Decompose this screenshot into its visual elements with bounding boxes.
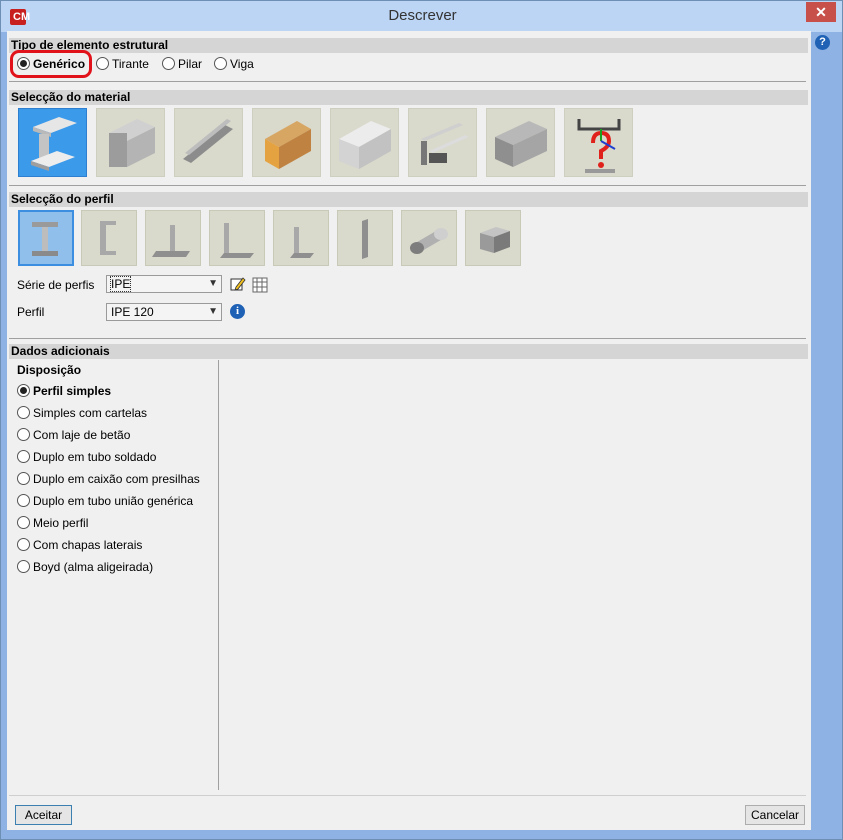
panel-divider [218, 360, 219, 790]
section-header-perfil: Selecção do perfil [9, 192, 808, 207]
round-bar-icon [410, 228, 448, 254]
radio-indicator [17, 494, 30, 507]
profile-t-section-tile[interactable] [145, 210, 201, 266]
accept-button[interactable]: Aceitar [15, 805, 72, 825]
perfil-value: IPE 120 [111, 305, 154, 319]
steel-cold-formed-icon [183, 119, 233, 163]
radio-indicator [17, 384, 30, 397]
radio-indicator [162, 57, 175, 70]
concrete-icon [495, 121, 547, 167]
material-generic-tile[interactable] [408, 108, 477, 177]
profile-flat-plate-tile[interactable] [337, 210, 393, 266]
radio-meio-perfil[interactable]: Meio perfil [17, 516, 88, 530]
section-header-dados: Dados adicionais [9, 344, 808, 359]
channel-section-icon [100, 221, 116, 255]
window-title: Descrever [388, 7, 457, 24]
radio-simples-cartelas[interactable]: Simples com cartelas [17, 406, 147, 420]
radio-pilar[interactable]: Pilar [162, 57, 202, 71]
table-grid-icon[interactable] [252, 277, 268, 293]
square-bar-icon [480, 227, 510, 253]
radio-perfil-simples[interactable]: Perfil simples [17, 384, 111, 398]
material-aluminium-tile[interactable] [330, 108, 399, 177]
title-bar: CM Descrever ✕ [1, 1, 842, 32]
radio-boyd[interactable]: Boyd (alma aligeirada) [17, 560, 153, 574]
material-steel-cold-formed-tile[interactable] [174, 108, 243, 177]
timber-icon [265, 121, 311, 169]
equal-angle-icon [220, 223, 254, 258]
divider [9, 185, 806, 186]
radio-indicator [17, 450, 30, 463]
close-button[interactable]: ✕ [806, 2, 836, 22]
radio-indicator [17, 560, 30, 573]
radio-duplo-tubo-generica[interactable]: Duplo em tubo união genérica [17, 494, 193, 508]
radio-indicator [17, 516, 30, 529]
profile-unequal-angle-tile[interactable] [273, 210, 329, 266]
section-header-tipo: Tipo de elemento estrutural [9, 38, 808, 53]
divider [9, 795, 806, 796]
profile-i-section-tile[interactable] [18, 210, 74, 266]
radio-duplo-tubo-soldado[interactable]: Duplo em tubo soldado [17, 450, 156, 464]
serie-label: Série de perfis [17, 278, 95, 292]
material-steel-rolled-tile[interactable] [18, 108, 87, 177]
radio-indicator [96, 57, 109, 70]
edit-pencil-icon[interactable] [230, 276, 246, 292]
material-user-section-tile[interactable] [564, 108, 633, 177]
radio-indicator [17, 472, 30, 485]
divider [9, 338, 806, 339]
radio-viga[interactable]: Viga [214, 57, 254, 71]
radio-chapas-laterais[interactable]: Com chapas laterais [17, 538, 142, 552]
profile-square-bar-tile[interactable] [465, 210, 521, 266]
help-icon[interactable]: ? [815, 35, 830, 50]
material-steel-welded-tile[interactable] [96, 108, 165, 177]
steel-welded-icon [109, 119, 155, 167]
user-defined-section-icon [577, 119, 621, 173]
serie-select[interactable]: IPE ▼ [106, 275, 222, 293]
cancel-button[interactable]: Cancelar [745, 805, 805, 825]
radio-duplo-caixao[interactable]: Duplo em caixão com presilhas [17, 472, 200, 486]
material-timber-tile[interactable] [252, 108, 321, 177]
perfil-select[interactable]: IPE 120 ▼ [106, 303, 222, 321]
flat-plate-icon [362, 219, 368, 259]
unequal-angle-icon [290, 227, 314, 258]
profile-channel-tile[interactable] [81, 210, 137, 266]
aluminium-icon [339, 121, 391, 169]
radio-indicator [17, 428, 30, 441]
profile-equal-angle-tile[interactable] [209, 210, 265, 266]
disposicao-label: Disposição [17, 363, 82, 377]
radio-indicator [17, 538, 30, 551]
profile-round-bar-tile[interactable] [401, 210, 457, 266]
perfil-label: Perfil [17, 305, 45, 319]
info-icon[interactable]: i [230, 304, 245, 319]
section-header-material: Selecção do material [9, 90, 808, 105]
chevron-down-icon: ▼ [208, 278, 218, 289]
highlight-annotation [10, 50, 92, 78]
divider [9, 81, 806, 82]
radio-indicator [214, 57, 227, 70]
i-section-icon [32, 222, 58, 256]
radio-indicator [17, 406, 30, 419]
radio-tirante[interactable]: Tirante [96, 57, 149, 71]
steel-rolled-icon [31, 117, 77, 171]
radio-laje-betao[interactable]: Com laje de betão [17, 428, 130, 442]
generic-sections-icon [421, 123, 469, 165]
material-concrete-tile[interactable] [486, 108, 555, 177]
serie-value: IPE [109, 276, 132, 292]
t-section-icon [152, 225, 190, 257]
chevron-down-icon: ▼ [208, 306, 218, 317]
